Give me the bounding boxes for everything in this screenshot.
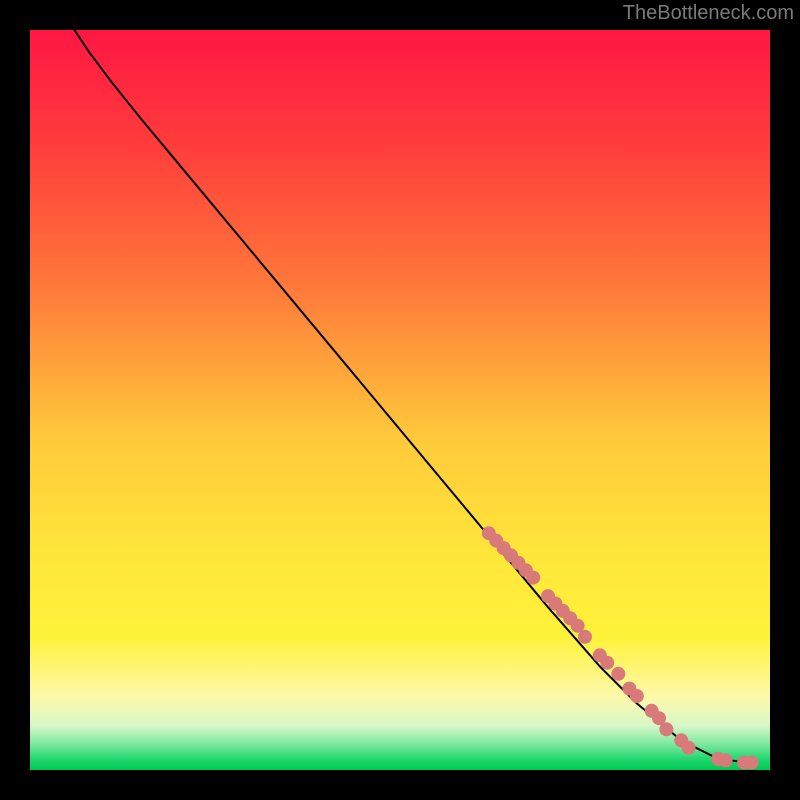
attribution-label: TheBottleneck.com — [623, 2, 794, 25]
marker-point — [659, 722, 673, 736]
marker-point — [611, 667, 625, 681]
marker-point — [719, 753, 733, 767]
root: TheBottleneck.com — [0, 0, 800, 800]
gradient-background — [30, 30, 770, 770]
marker-point — [578, 630, 592, 644]
chart-svg — [30, 30, 770, 770]
marker-point — [526, 571, 540, 585]
marker-point — [630, 689, 644, 703]
marker-point — [600, 656, 614, 670]
chart-plot-area — [30, 30, 770, 770]
marker-point — [682, 741, 696, 755]
marker-point — [745, 756, 759, 770]
